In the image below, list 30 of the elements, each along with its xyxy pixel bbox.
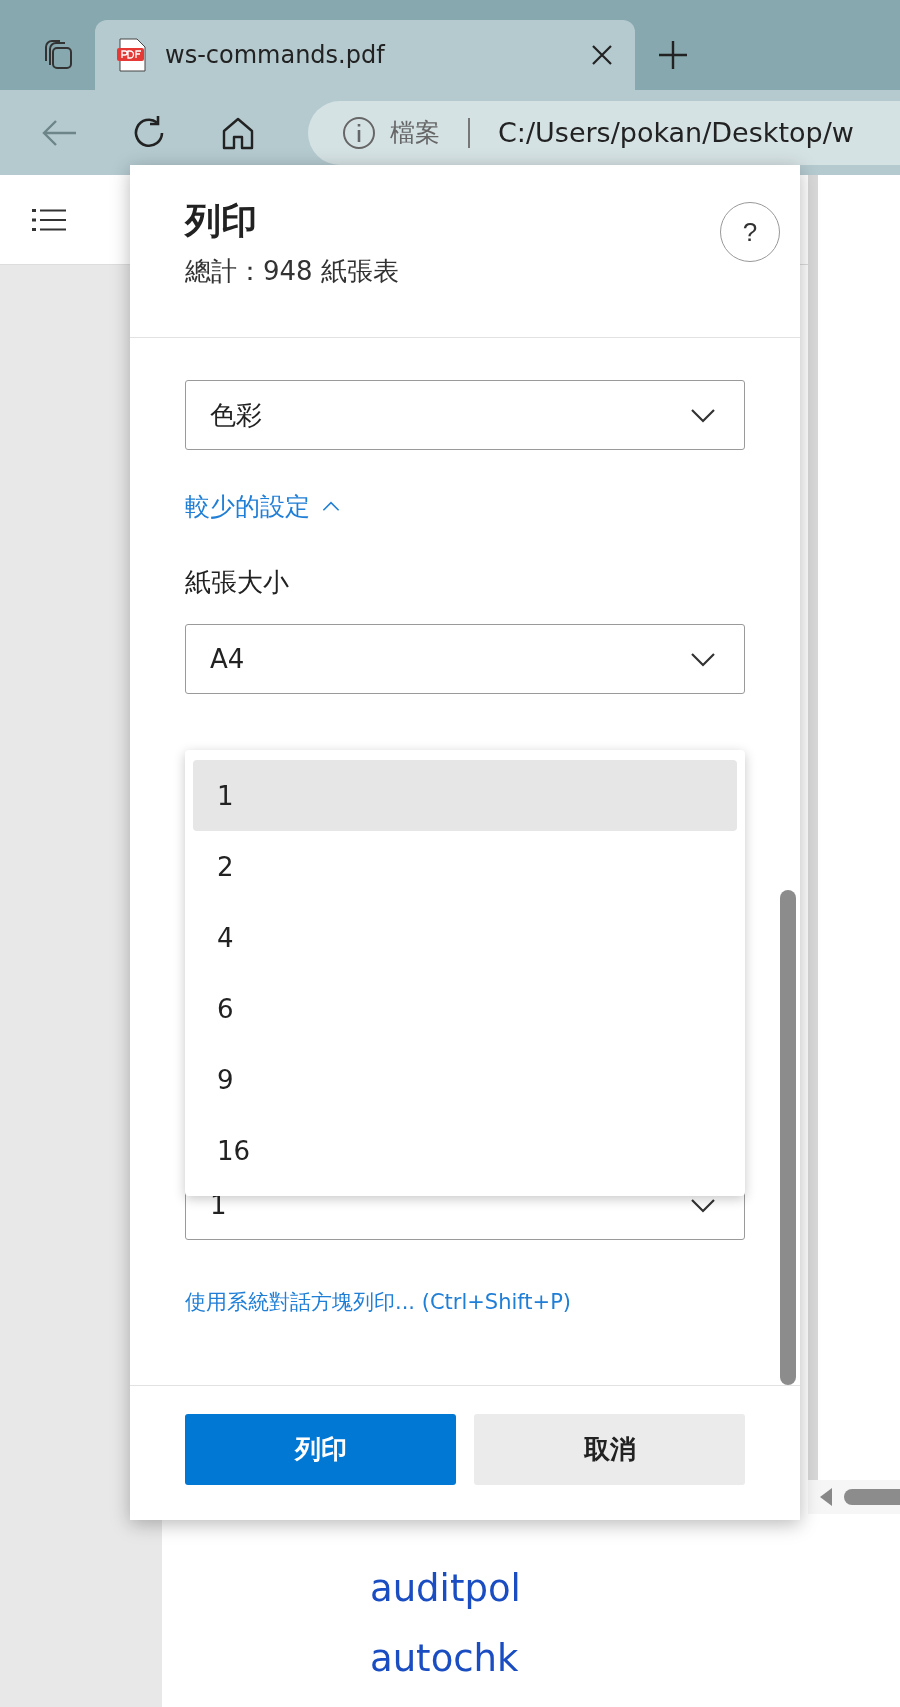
pdf-file-icon: [117, 38, 147, 72]
new-tab-plus-icon[interactable]: [657, 40, 688, 70]
close-icon[interactable]: [591, 44, 613, 66]
print-button[interactable]: 列印: [185, 1414, 456, 1485]
chevron-down-icon: [690, 651, 716, 667]
chevron-down-icon: [690, 1197, 716, 1213]
horizontal-scrollbar[interactable]: [808, 1480, 900, 1514]
fewer-settings-link[interactable]: 較少的設定: [185, 490, 340, 523]
chevron-down-icon: [690, 407, 716, 423]
url-text: C:/Users/pokan/Desktop/w: [498, 117, 854, 148]
contents-list-icon[interactable]: [32, 207, 66, 232]
scrollbar-thumb[interactable]: [780, 890, 796, 1385]
address-bar[interactable]: 檔案 C:/Users/pokan/Desktop/w: [308, 100, 900, 165]
document-link[interactable]: auditpol: [370, 1563, 900, 1615]
paper-size-label: 紙張大小: [185, 566, 290, 599]
scheme-label: 檔案: [390, 117, 440, 149]
help-button[interactable]: ?: [720, 202, 780, 262]
info-icon[interactable]: [342, 115, 376, 150]
listbox-option[interactable]: 1: [193, 760, 737, 831]
sheet-summary: 總計：948 紙張表: [185, 255, 399, 288]
chevron-up-icon: [322, 501, 340, 512]
document-link[interactable]: autochk: [370, 1633, 900, 1685]
cancel-button[interactable]: 取消: [474, 1414, 745, 1485]
system-dialog-link[interactable]: 使用系統對話方塊列印... (Ctrl+Shift+P): [185, 1288, 572, 1316]
scroll-left-icon[interactable]: [820, 1488, 832, 1506]
dialog-title: 列印: [185, 199, 258, 243]
browser-tab[interactable]: ws-commands.pdf: [95, 20, 635, 90]
paper-size-select[interactable]: A4: [185, 624, 745, 694]
tab-title: ws-commands.pdf: [165, 41, 387, 69]
color-select[interactable]: 色彩: [185, 380, 745, 450]
